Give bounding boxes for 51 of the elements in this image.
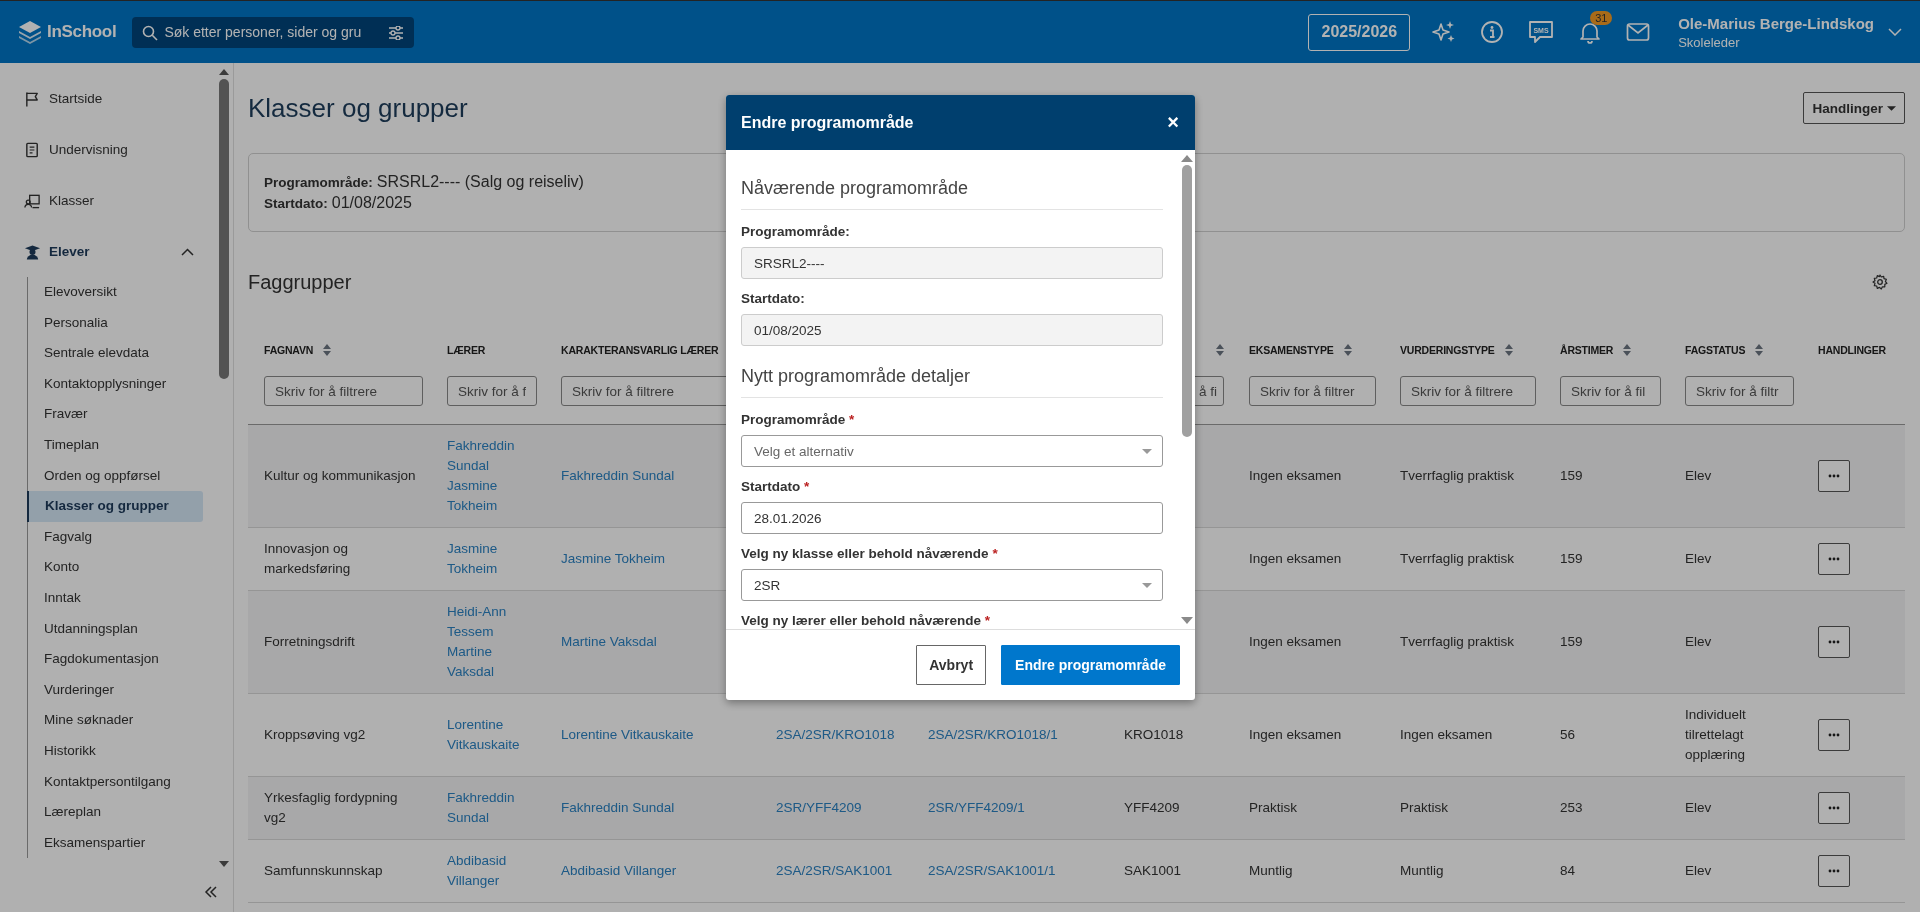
- table-cell-text: 159: [1560, 633, 1584, 651]
- table-cell-text: KRO1018: [1124, 726, 1185, 744]
- info-value: 01/08/2025: [331, 194, 412, 212]
- table-cell-text: Individuelt tilrettelagt opplæring: [1685, 706, 1747, 764]
- table-cell-text: YFF4209: [1124, 799, 1181, 817]
- field-label: Velg ny lærer eller behold nåværende *: [741, 613, 992, 628]
- section-title: Faggrupper: [248, 270, 352, 294]
- table-cell-text: Tverrfaglig praktisk: [1400, 633, 1516, 651]
- table-cell-text: 159: [1560, 467, 1584, 485]
- table-cell-text: Praktisk: [1249, 799, 1298, 817]
- table-cell-text: 84: [1560, 862, 1577, 880]
- table-cell-text: Elev: [1685, 799, 1713, 817]
- info-value: SRSRL2---- (Salg og reiseliv): [376, 173, 584, 191]
- table-cell-text: 159: [1560, 550, 1584, 568]
- field-label: Startdato *: [741, 479, 811, 494]
- table-cell-text: Praktisk: [1400, 799, 1449, 817]
- table-cell-text: Forretningsdrift: [264, 633, 356, 651]
- table-cell-text: SAK1001: [1124, 862, 1183, 880]
- table-cell-text: Elev: [1685, 862, 1713, 880]
- table-cell-text: 56: [1560, 726, 1577, 744]
- field-label: Programområde *: [741, 412, 856, 427]
- field-label: Programområde:: [741, 224, 851, 239]
- table-cell-text: Kroppsøving vg2: [264, 726, 367, 744]
- table-cell-text: Elev: [1685, 633, 1713, 651]
- table-cell-text: Elev: [1685, 550, 1713, 568]
- table-cell-text: 253: [1560, 799, 1584, 817]
- page-title: Klasser og grupper: [248, 92, 468, 124]
- table-cell-text: Innovasjon og markedsføring: [264, 540, 352, 578]
- dialog-title: Endre programområde: [741, 113, 914, 132]
- info-label: Startdato:: [264, 196, 328, 211]
- field-label: Velg ny klasse eller behold nåværende *: [741, 546, 999, 561]
- notification-badge: 31: [1590, 11, 1613, 25]
- section-heading: Nytt programområde detaljer: [741, 358, 1163, 398]
- table-cell-text: Tverrfaglig praktisk: [1400, 550, 1516, 568]
- table-cell-text: Ingen eksamen: [1249, 467, 1343, 485]
- table-cell-text: Muntlig: [1400, 862, 1445, 880]
- section-heading: Nåværende programområde: [741, 170, 1163, 210]
- table-cell-text: Kultur og kommunikasjon: [264, 467, 417, 485]
- table-cell-text: Elev: [1685, 467, 1713, 485]
- user-role: Skoleleder: [1678, 34, 1741, 50]
- table-cell-text: Tverrfaglig praktisk: [1400, 467, 1516, 485]
- logo-text: InSchool: [47, 22, 117, 42]
- table-cell-text: Ingen eksamen: [1249, 633, 1343, 651]
- table-cell-text: Samfunnskunnskap: [264, 862, 384, 880]
- table-cell-text: Muntlig: [1249, 862, 1294, 880]
- table-cell-text: Ingen eksamen: [1249, 726, 1343, 744]
- field-label: Startdato:: [741, 291, 806, 306]
- table-cell-text: Ingen eksamen: [1400, 726, 1494, 744]
- table-cell-text: Yrkesfaglig fordypning vg2: [264, 789, 399, 827]
- table-cell-text: Ingen eksamen: [1249, 550, 1343, 568]
- info-label: Programområde:: [264, 175, 373, 190]
